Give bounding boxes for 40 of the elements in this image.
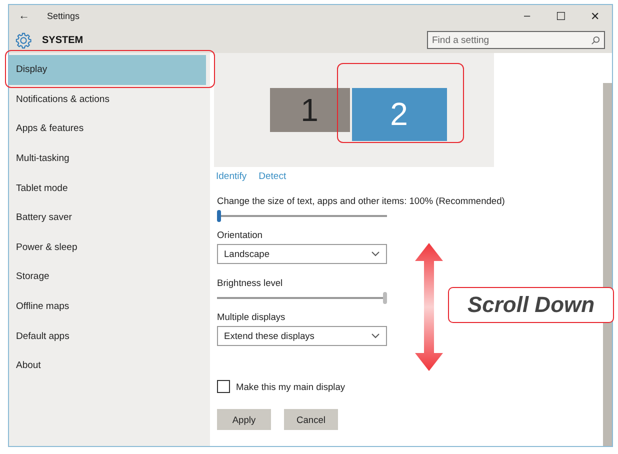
sidebar-item[interactable]: Offline maps — [9, 292, 206, 322]
section-title: SYSTEM — [42, 34, 84, 46]
sidebar-item[interactable]: About — [9, 350, 206, 381]
close-button[interactable]: ✕ — [578, 10, 612, 22]
slider-thumb[interactable] — [383, 292, 387, 304]
setting-label: Brightness level — [217, 278, 284, 288]
setting-label: Change the size of text, apps and other items: 100% (Recommended) — [217, 196, 506, 206]
search-field[interactable]: Find a setting — [427, 31, 605, 49]
search-icon — [591, 36, 600, 44]
sidebar-item[interactable]: Display — [9, 55, 206, 85]
maximize-button[interactable]: ☐ — [544, 10, 578, 22]
sidebar-item[interactable]: Notifications & actions — [9, 84, 206, 114]
sidebar-item[interactable]: Battery saver — [9, 202, 206, 233]
setting-label: Multiple displays — [217, 312, 286, 322]
dropdown[interactable]: Extend these displays — [217, 326, 387, 346]
apply-button[interactable]: Apply — [217, 409, 271, 430]
minimize-button[interactable]: – — [510, 10, 544, 22]
sidebar-item[interactable]: Multi-tasking — [9, 144, 206, 174]
chevron-down-icon — [371, 333, 380, 339]
sidebar-item[interactable]: Default apps — [9, 321, 206, 351]
back-button[interactable]: ← — [9, 10, 39, 22]
sidebar-item[interactable]: Apps & features — [9, 114, 206, 144]
checkbox-label: Make this my main display — [236, 382, 346, 392]
setting-label: Orientation — [217, 230, 264, 240]
double-arrow-icon — [414, 243, 444, 371]
cancel-button[interactable]: Cancel — [284, 409, 338, 430]
scrollbar-thumb[interactable] — [603, 83, 612, 446]
monitor-tile[interactable]: 1 — [270, 88, 350, 132]
sidebar-item[interactable]: Tablet mode — [9, 173, 206, 203]
window-title: Settings — [46, 11, 81, 21]
checkbox[interactable] — [217, 380, 230, 393]
link[interactable]: Identify — [216, 171, 247, 182]
chevron-down-icon — [371, 251, 380, 257]
slider-thumb[interactable] — [217, 210, 221, 222]
gear-icon — [15, 32, 32, 48]
scroll-down-callout: Scroll Down — [448, 287, 614, 323]
sidebar-item[interactable]: Storage — [9, 262, 206, 292]
dropdown[interactable]: Landscape — [217, 244, 387, 264]
sidebar-item[interactable]: Power & sleep — [9, 232, 206, 262]
link[interactable]: Detect — [258, 171, 286, 182]
